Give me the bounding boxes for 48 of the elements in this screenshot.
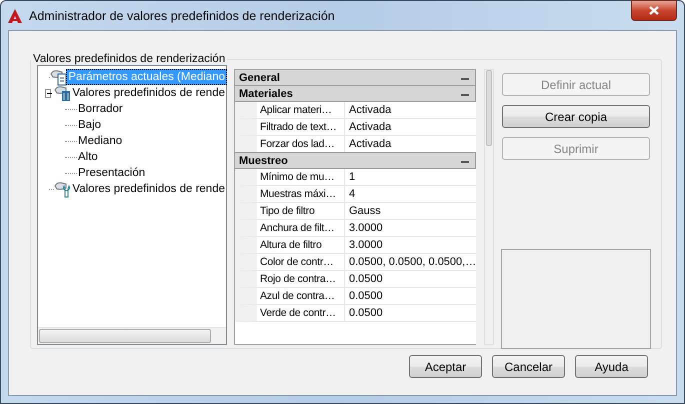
property-name: Verde de contr… [257,305,345,321]
property-name: Color de contr… [257,254,345,270]
tree-item[interactable]: Alto [77,150,99,164]
dialog-button[interactable]: Cancelar [492,355,565,378]
property-name: Mínimo de mu… [257,169,345,185]
horizontal-scrollbar[interactable] [38,327,226,344]
action-button[interactable]: Crear copia [502,105,650,128]
property-name: Altura de filtro [257,237,345,253]
expand-toggle[interactable] [45,88,52,98]
dialog-button[interactable]: Ayuda [575,355,648,378]
property-name: Muestras máxi… [257,186,345,202]
property-value[interactable]: 0.0500 [345,271,383,287]
category-header[interactable]: Muestreo [239,154,288,166]
property-name: Aplicar materi… [257,102,345,118]
close-button[interactable] [631,0,677,21]
property-value[interactable]: 0.0500 [345,305,383,321]
property-name: Rojo de contra… [257,271,345,287]
dialog-button[interactable]: Aceptar [409,355,482,378]
category-header[interactable]: Materiales [239,88,293,100]
property-value[interactable]: Gauss [345,203,381,219]
category-header[interactable]: General [239,72,280,84]
tree-item[interactable]: Borrador [77,102,124,116]
document-icon [50,68,68,86]
property-value[interactable]: Activada [345,119,392,135]
property-value[interactable]: 3.0000 [345,220,383,236]
tree-item[interactable]: Bajo [77,118,102,132]
tree-item[interactable]: Mediano [77,134,124,148]
property-value[interactable]: 1 [345,169,356,185]
property-value[interactable]: Activada [345,136,392,152]
close-icon [648,5,660,16]
tree-item[interactable]: Valores predefinidos de rende [71,182,226,196]
tree-item[interactable]: Presentación [77,166,146,180]
tree-item[interactable]: Valores predefinidos de rende [71,86,226,100]
vertical-scrollbar[interactable] [484,69,494,345]
wrench-icon [54,180,72,198]
app-logo-icon [7,8,23,24]
property-name: Azul de contra… [257,288,345,304]
property-name: Anchura de filt… [257,220,345,236]
window-title: Administrador de valores predefinidos de renderización [29,8,335,22]
building-icon [54,84,72,102]
property-name: Filtrado de text… [257,119,345,135]
group-label: Valores predefinidos de renderización [32,53,226,65]
property-value[interactable]: 4 [345,186,356,202]
property-value[interactable]: Activada [345,102,392,118]
property-value[interactable]: 3.0000 [345,237,383,253]
property-value[interactable]: 0.0500, 0.0500, 0.0500,… [345,254,476,270]
property-value[interactable]: 0.0500 [345,288,383,304]
property-name: Tipo de filtro [257,203,345,219]
